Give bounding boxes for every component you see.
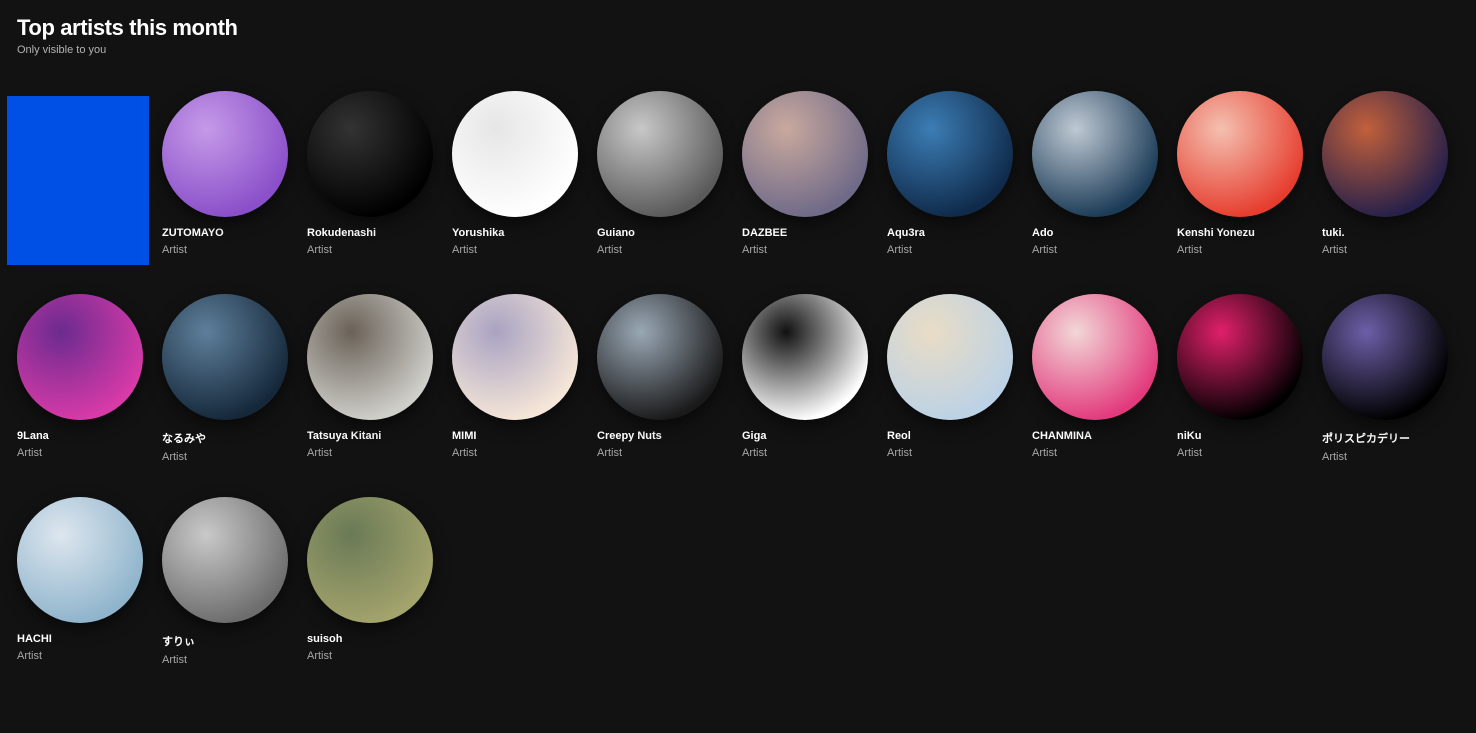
artist-card[interactable]: CHANMINA Artist xyxy=(1022,289,1167,492)
artist-card[interactable]: suisoh Artist xyxy=(297,492,442,695)
artist-role: Artist xyxy=(1177,244,1203,256)
artist-avatar[interactable] xyxy=(17,497,143,623)
artist-name[interactable]: DAZBEE xyxy=(742,227,872,239)
artist-card[interactable]: Aqu3ra Artist xyxy=(877,86,1022,289)
artist-role: Artist xyxy=(452,447,478,459)
artist-name[interactable]: Yorushika xyxy=(452,227,582,239)
artist-card[interactable]: Guiano Artist xyxy=(587,86,732,289)
artist-name[interactable]: ポリスピカデリー xyxy=(1322,430,1452,446)
artist-name[interactable]: Aqu3ra xyxy=(887,227,1017,239)
artist-card[interactable]: Ado Artist xyxy=(1022,86,1167,289)
artist-role: Artist xyxy=(1322,451,1348,463)
artist-avatar[interactable] xyxy=(162,497,288,623)
artist-card[interactable]: Giga Artist xyxy=(732,289,877,492)
artist-card[interactable]: 9Lana Artist xyxy=(7,289,152,492)
artist-avatar[interactable] xyxy=(887,294,1013,420)
artist-avatar[interactable] xyxy=(597,294,723,420)
artist-role: Artist xyxy=(162,451,188,463)
artist-name[interactable]: 9Lana xyxy=(17,430,147,442)
artist-role: Artist xyxy=(162,654,188,666)
artist-name[interactable]: すりぃ xyxy=(162,633,292,649)
artist-role: Artist xyxy=(887,244,913,256)
artist-card[interactable]: すりぃ Artist xyxy=(152,492,297,695)
artist-role: Artist xyxy=(742,244,768,256)
artist-name[interactable]: なるみや xyxy=(162,430,292,446)
artist-avatar[interactable] xyxy=(742,294,868,420)
artist-avatar[interactable] xyxy=(307,91,433,217)
artist-avatar[interactable] xyxy=(162,91,288,217)
artist-name[interactable]: HACHI xyxy=(17,633,147,645)
artist-card[interactable]: Rokudenashi Artist xyxy=(297,86,442,289)
artist-card[interactable]: Tatsuya Kitani Artist xyxy=(297,289,442,492)
blue-overlay-block xyxy=(7,96,149,265)
artist-name[interactable]: Creepy Nuts xyxy=(597,430,727,442)
artist-card[interactable]: ポリスピカデリー Artist xyxy=(1312,289,1457,492)
section-header: Top artists this month Only visible to y… xyxy=(17,14,238,56)
artist-grid: ZUTOMAYO Artist Rokudenashi Artist Yorushika… xyxy=(7,86,1467,695)
artist-name[interactable]: Kenshi Yonezu xyxy=(1177,227,1307,239)
artist-name[interactable]: suisoh xyxy=(307,633,437,645)
artist-card[interactable]: Creepy Nuts Artist xyxy=(587,289,732,492)
artist-avatar[interactable] xyxy=(887,91,1013,217)
artist-role: Artist xyxy=(17,650,43,662)
artist-name[interactable]: CHANMINA xyxy=(1032,430,1162,442)
artist-card[interactable]: ZUTOMAYO Artist xyxy=(152,86,297,289)
section-title[interactable]: Top artists this month xyxy=(17,14,238,42)
artist-role: Artist xyxy=(742,447,768,459)
artist-name[interactable]: niKu xyxy=(1177,430,1307,442)
artist-name[interactable]: Ado xyxy=(1032,227,1162,239)
artist-avatar[interactable] xyxy=(1177,294,1303,420)
artist-role: Artist xyxy=(1032,447,1058,459)
artist-role: Artist xyxy=(452,244,478,256)
artist-avatar[interactable] xyxy=(1322,91,1448,217)
artist-role: Artist xyxy=(1032,244,1058,256)
artist-role: Artist xyxy=(597,244,623,256)
artist-card[interactable]: Kenshi Yonezu Artist xyxy=(1167,86,1312,289)
artist-name[interactable]: Reol xyxy=(887,430,1017,442)
artist-avatar[interactable] xyxy=(452,91,578,217)
artist-role: Artist xyxy=(307,650,333,662)
artist-name[interactable]: Giga xyxy=(742,430,872,442)
artist-avatar[interactable] xyxy=(307,294,433,420)
artist-card[interactable]: niKu Artist xyxy=(1167,289,1312,492)
artist-card[interactable]: MIMI Artist xyxy=(442,289,587,492)
artist-role: Artist xyxy=(307,447,333,459)
artist-role: Artist xyxy=(17,447,43,459)
artist-role: Artist xyxy=(597,447,623,459)
artist-card[interactable]: Yorushika Artist xyxy=(442,86,587,289)
artist-role: Artist xyxy=(1322,244,1348,256)
artist-card[interactable]: DAZBEE Artist xyxy=(732,86,877,289)
artist-name[interactable]: tuki. xyxy=(1322,227,1452,239)
artist-role: Artist xyxy=(307,244,333,256)
artist-avatar[interactable] xyxy=(162,294,288,420)
artist-card[interactable]: なるみや Artist xyxy=(152,289,297,492)
section-subtitle: Only visible to you xyxy=(17,44,107,56)
artist-name[interactable]: ZUTOMAYO xyxy=(162,227,292,239)
artist-avatar[interactable] xyxy=(1032,91,1158,217)
artist-name[interactable]: Rokudenashi xyxy=(307,227,437,239)
artist-avatar[interactable] xyxy=(1032,294,1158,420)
artist-avatar[interactable] xyxy=(17,294,143,420)
artist-avatar[interactable] xyxy=(1322,294,1448,420)
artist-card[interactable]: Reol Artist xyxy=(877,289,1022,492)
artist-avatar[interactable] xyxy=(742,91,868,217)
artist-card[interactable]: HACHI Artist xyxy=(7,492,152,695)
artist-avatar[interactable] xyxy=(452,294,578,420)
artist-role: Artist xyxy=(1177,447,1203,459)
artist-avatar[interactable] xyxy=(1177,91,1303,217)
artist-name[interactable]: Guiano xyxy=(597,227,727,239)
artist-avatar[interactable] xyxy=(597,91,723,217)
artist-role: Artist xyxy=(887,447,913,459)
artist-name[interactable]: Tatsuya Kitani xyxy=(307,430,437,442)
artist-avatar[interactable] xyxy=(307,497,433,623)
artist-name[interactable]: MIMI xyxy=(452,430,582,442)
artist-role: Artist xyxy=(162,244,188,256)
artist-card[interactable]: tuki. Artist xyxy=(1312,86,1457,289)
